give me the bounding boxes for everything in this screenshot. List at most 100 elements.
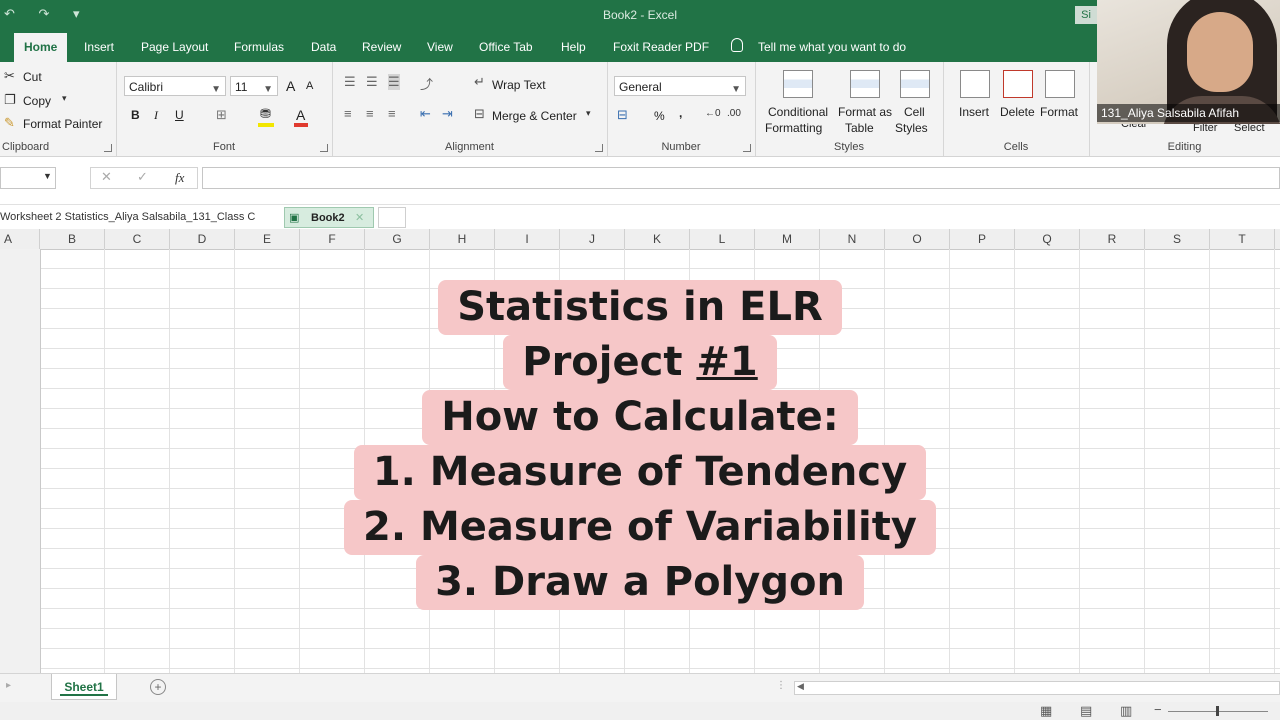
add-sheet-icon[interactable]: + xyxy=(150,679,166,695)
horizontal-scrollbar[interactable]: ◀ xyxy=(794,681,1280,695)
column-header-j[interactable]: J xyxy=(560,229,625,249)
tab-foxit-reader-pdf[interactable]: Foxit Reader PDF xyxy=(613,40,709,54)
shrink-font-button[interactable]: A xyxy=(306,80,313,92)
accounting-format-icon[interactable]: ⊟ xyxy=(617,107,628,123)
tab-data[interactable]: Data xyxy=(311,40,336,54)
zoom-slider-thumb[interactable] xyxy=(1216,706,1219,716)
column-header-l[interactable]: L xyxy=(690,229,755,249)
wrap-text-button[interactable]: Wrap Text xyxy=(492,78,546,92)
column-header-o[interactable]: O xyxy=(885,229,950,249)
copy-dropdown-icon[interactable]: ▾ xyxy=(62,93,67,104)
alignment-launcher-icon[interactable] xyxy=(595,144,603,152)
workbook-tab-book2[interactable]: ▣ Book2 ✕ xyxy=(284,207,374,228)
excel-file-icon: ▣ xyxy=(289,212,300,224)
column-header-f[interactable]: F xyxy=(300,229,365,249)
cancel-icon[interactable]: ✕ xyxy=(101,169,112,185)
number-format-combo[interactable]: General ▼ xyxy=(614,76,746,96)
top-align-icon[interactable]: ☰ xyxy=(344,74,356,90)
overlay-line-2: Project #1 xyxy=(503,335,777,390)
sheet-tab-sheet1[interactable]: Sheet1 xyxy=(51,674,117,700)
insert-function-icon[interactable]: fx xyxy=(175,170,184,186)
merge-dropdown-icon[interactable]: ▾ xyxy=(586,108,591,119)
decrease-indent-icon[interactable]: ⇤ xyxy=(420,106,431,122)
column-header-p[interactable]: P xyxy=(950,229,1015,249)
decrease-decimal-icon[interactable]: .00 xyxy=(727,108,741,119)
middle-align-icon[interactable]: ☰ xyxy=(366,74,378,90)
column-header-e[interactable]: E xyxy=(235,229,300,249)
column-header-c[interactable]: C xyxy=(105,229,170,249)
percent-button[interactable]: % xyxy=(654,109,665,123)
sign-in-button[interactable]: Si xyxy=(1075,6,1097,24)
new-workbook-tab[interactable] xyxy=(378,207,406,228)
orientation-icon[interactable]: ⤴ xyxy=(420,74,433,93)
tab-review[interactable]: Review xyxy=(362,40,401,54)
conditional-formatting-label-2: Formatting xyxy=(765,121,823,135)
brush-icon: ✎ xyxy=(4,115,15,130)
borders-icon[interactable]: ⊞ xyxy=(216,107,227,123)
merge-center-button[interactable]: Merge & Center xyxy=(492,109,577,123)
tab-home[interactable]: Home xyxy=(14,33,68,62)
align-center-icon[interactable]: ≡ xyxy=(366,106,374,121)
font-size-combo[interactable]: 11 ▼ xyxy=(230,76,278,96)
scroll-left-icon[interactable]: ◀ xyxy=(797,681,804,692)
fill-color-icon[interactable]: ⛃ xyxy=(260,106,271,122)
cut-button[interactable]: Cut xyxy=(23,70,42,84)
column-header-b[interactable]: B xyxy=(40,229,105,249)
page-break-view-icon[interactable]: ▥ xyxy=(1120,703,1132,719)
number-launcher-icon[interactable] xyxy=(743,144,751,152)
tab-view[interactable]: View xyxy=(427,40,453,54)
underline-button[interactable]: U xyxy=(175,108,184,122)
align-right-icon[interactable]: ≡ xyxy=(388,106,396,121)
page-layout-view-icon[interactable]: ▤ xyxy=(1080,703,1092,719)
comma-button[interactable]: , xyxy=(679,106,682,120)
title-bar: ↶ ↷ ▾ Book2 - Excel Si xyxy=(0,0,1280,30)
clipboard-launcher-icon[interactable] xyxy=(104,144,112,152)
column-header-a[interactable]: A xyxy=(0,229,40,249)
zoom-out-icon[interactable]: − xyxy=(1154,702,1162,717)
bottom-align-icon[interactable]: ☰ xyxy=(388,74,400,90)
ribbon-tab-bar: Home Insert Page Layout Formulas Data Re… xyxy=(0,30,1280,62)
column-header-n[interactable]: N xyxy=(820,229,885,249)
workbook-tab-worksheet2[interactable]: Worksheet 2 Statistics_Aliya Salsabila_1… xyxy=(0,207,280,228)
font-color-button[interactable]: A xyxy=(296,107,305,123)
format-painter-button[interactable]: Format Painter xyxy=(23,117,102,131)
split-handle-icon[interactable]: ⋮ xyxy=(776,680,786,691)
grow-font-button[interactable]: A xyxy=(286,78,295,94)
scroll-tabs-icon[interactable]: ▸ xyxy=(6,680,11,691)
copy-button[interactable]: Copy xyxy=(23,94,51,108)
column-header-k[interactable]: K xyxy=(625,229,690,249)
column-header-m[interactable]: M xyxy=(755,229,820,249)
tab-formulas[interactable]: Formulas xyxy=(234,40,284,54)
normal-view-icon[interactable]: ▦ xyxy=(1040,703,1052,719)
formula-input[interactable] xyxy=(202,167,1280,189)
close-icon[interactable]: ✕ xyxy=(355,208,364,229)
font-color-swatch xyxy=(294,123,308,127)
increase-decimal-icon[interactable]: ←0 xyxy=(705,108,721,119)
bold-button[interactable]: B xyxy=(131,108,140,122)
zoom-slider[interactable] xyxy=(1168,706,1268,716)
italic-button[interactable]: I xyxy=(154,108,158,123)
tab-page-layout[interactable]: Page Layout xyxy=(141,40,208,54)
align-left-icon[interactable]: ≡ xyxy=(344,106,352,121)
tab-office-tab[interactable]: Office Tab xyxy=(479,40,533,54)
column-header-h[interactable]: H xyxy=(430,229,495,249)
tab-insert[interactable]: Insert xyxy=(84,40,114,54)
number-label: Number xyxy=(661,141,701,153)
enter-icon[interactable]: ✓ xyxy=(137,169,148,185)
number-format-value: General xyxy=(619,80,662,94)
name-box[interactable]: ▼ xyxy=(0,167,56,189)
column-header-s[interactable]: S xyxy=(1145,229,1210,249)
column-header-r[interactable]: R xyxy=(1080,229,1145,249)
column-header-g[interactable]: G xyxy=(365,229,430,249)
tab-help[interactable]: Help xyxy=(561,40,586,54)
format-table-icon xyxy=(850,70,880,98)
column-header-d[interactable]: D xyxy=(170,229,235,249)
column-header-i[interactable]: I xyxy=(495,229,560,249)
column-header-t[interactable]: T xyxy=(1210,229,1275,249)
column-header-q[interactable]: Q xyxy=(1015,229,1080,249)
font-name-combo[interactable]: Calibri ▼ xyxy=(124,76,226,96)
tell-me-search[interactable]: Tell me what you want to do xyxy=(758,40,906,54)
font-launcher-icon[interactable] xyxy=(320,144,328,152)
font-size-value: 11 xyxy=(235,80,248,94)
increase-indent-icon[interactable]: ⇥ xyxy=(442,106,453,122)
